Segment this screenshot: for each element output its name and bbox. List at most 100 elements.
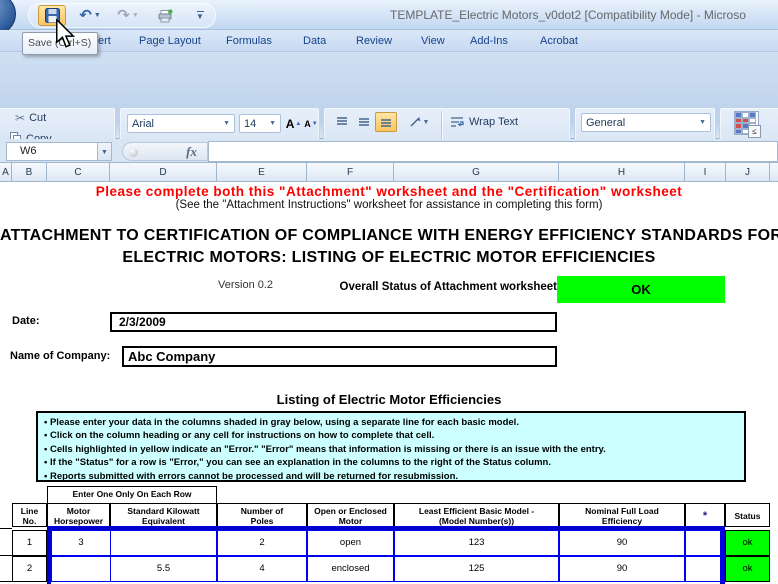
- cell-r2-kilowatt[interactable]: 5.5: [110, 556, 217, 582]
- grow-font-button[interactable]: A▲: [285, 114, 302, 133]
- gridline-tick: [0, 528, 12, 529]
- redo-button-disabled[interactable]: ↷▼: [110, 5, 146, 26]
- header-status[interactable]: Status: [725, 503, 770, 527]
- orientation-button[interactable]: ▼: [405, 112, 433, 132]
- align-middle-icon: [357, 116, 371, 128]
- cell-r1-open-enclosed[interactable]: open: [307, 530, 394, 556]
- printer-icon: [157, 9, 173, 23]
- cut-button[interactable]: ✂ Cut: [15, 111, 46, 125]
- cell-r2-horsepower[interactable]: [51, 556, 111, 582]
- chevron-down-icon: ▼: [223, 120, 230, 127]
- tab-insert-partial[interactable]: ert: [98, 31, 111, 52]
- tab-acrobat[interactable]: Acrobat: [540, 31, 578, 52]
- undo-icon: ↶: [79, 8, 92, 23]
- chevron-down-icon: ▼: [423, 119, 430, 126]
- wrap-text-icon: [450, 116, 465, 128]
- tab-add-ins[interactable]: Add-Ins: [470, 31, 508, 52]
- cell-r1-line-no[interactable]: 1: [12, 530, 47, 556]
- red-notice: Please complete both this "Attachment" w…: [0, 184, 778, 199]
- attachment-title-line2: ELECTRIC MOTORS: LISTING OF ELECTRIC MOT…: [0, 249, 778, 267]
- column-header-f[interactable]: F: [307, 163, 394, 182]
- cell-r2-poles[interactable]: 4: [217, 556, 307, 582]
- cell-r2-open-enclosed[interactable]: enclosed: [307, 556, 394, 582]
- undo-button[interactable]: ↶▼: [72, 5, 108, 26]
- chevron-down-icon: ▼: [196, 12, 204, 21]
- column-header-h[interactable]: H: [559, 163, 685, 182]
- column-header-a[interactable]: A: [0, 163, 12, 182]
- cell-r2-asterisk[interactable]: [685, 556, 721, 582]
- column-header-c[interactable]: C: [47, 163, 110, 182]
- header-line-no[interactable]: LineNo.: [12, 503, 47, 527]
- orientation-icon: [409, 116, 422, 128]
- column-header-partial[interactable]: [770, 163, 778, 182]
- cell-r1-horsepower[interactable]: 3: [51, 530, 111, 556]
- align-bottom-button-active[interactable]: [375, 112, 397, 132]
- column-header-i[interactable]: I: [685, 163, 726, 182]
- table-span-header[interactable]: Enter One Only On Each Row: [47, 486, 217, 504]
- shrink-font-button[interactable]: A▼: [303, 114, 319, 133]
- cell-r1-poles[interactable]: 2: [217, 530, 307, 556]
- company-field[interactable]: Abc Company: [122, 346, 557, 367]
- chevron-down-icon: ▼: [699, 119, 706, 126]
- cell-r2-line-no[interactable]: 2: [12, 556, 47, 582]
- scissors-icon: ✂: [15, 111, 25, 125]
- overall-status-label: Overall Status of Attachment worksheet: [230, 281, 557, 293]
- worksheet[interactable]: Please complete both this "Attachment" w…: [0, 182, 778, 584]
- gridline-tick: [0, 581, 12, 582]
- formula-input[interactable]: [208, 141, 778, 162]
- font-size-select[interactable]: 14▼: [239, 114, 281, 133]
- cell-r1-kilowatt[interactable]: [110, 530, 217, 556]
- customize-qat-button[interactable]: ▼: [190, 5, 210, 26]
- cell-r1-efficiency[interactable]: 90: [559, 530, 685, 556]
- header-standard-kilowatt[interactable]: Standard KilowattEquivalent: [110, 503, 217, 527]
- column-header-e[interactable]: E: [217, 163, 307, 182]
- name-box-dropdown[interactable]: ▼: [98, 142, 112, 161]
- name-box[interactable]: W6: [6, 142, 98, 161]
- header-asterisk[interactable]: *: [685, 503, 725, 527]
- cell-r2-model[interactable]: 125: [394, 556, 559, 582]
- instruction-line: Click on the column heading or any cell …: [44, 429, 738, 442]
- excel-window: ↶▼ ↷▼ ▼ TEMPLATE_Electric Motors_v0dot2 …: [0, 0, 778, 584]
- window-title: TEMPLATE_Electric Motors_v0dot2 [Compati…: [390, 8, 778, 22]
- tab-formulas[interactable]: Formulas: [226, 31, 272, 52]
- instruction-line: If the "Status" for a row is "Error," yo…: [44, 456, 738, 469]
- chevron-down-icon[interactable]: ▼: [94, 12, 101, 19]
- align-top-button[interactable]: [331, 112, 353, 132]
- tab-page-layout[interactable]: Page Layout: [139, 31, 201, 52]
- date-field[interactable]: 2/3/2009: [110, 312, 557, 332]
- listing-title: Listing of Electric Motor Efficiencies: [0, 392, 778, 407]
- tab-review[interactable]: Review: [356, 31, 392, 52]
- gridline-tick: [0, 555, 12, 556]
- header-nominal-efficiency[interactable]: Nominal Full LoadEfficiency: [559, 503, 685, 527]
- font-name-select[interactable]: Arial▼: [127, 114, 235, 133]
- header-open-enclosed[interactable]: Open or EnclosedMotor: [307, 503, 394, 527]
- cell-r1-status[interactable]: ok: [725, 530, 770, 556]
- tab-data[interactable]: Data: [303, 31, 326, 52]
- header-motor-horsepower[interactable]: MotorHorsepower: [47, 503, 110, 527]
- cell-r2-status[interactable]: ok: [725, 556, 770, 582]
- cell-r1-asterisk[interactable]: [685, 530, 721, 556]
- tab-view[interactable]: View: [421, 31, 445, 52]
- instructions-box: Please enter your data in the columns sh…: [36, 411, 746, 482]
- column-header-b[interactable]: B: [12, 163, 47, 182]
- chevron-down-icon: ▼: [269, 120, 276, 127]
- number-format-select[interactable]: General▼: [581, 113, 711, 132]
- chevron-down-icon: ▼: [132, 12, 139, 19]
- company-label: Name of Company:: [10, 350, 110, 362]
- header-basic-model[interactable]: Least Efficient Basic Model -(Model Numb…: [394, 503, 559, 527]
- cell-r2-efficiency[interactable]: 90: [559, 556, 685, 582]
- header-number-of-poles[interactable]: Number ofPoles: [217, 503, 307, 527]
- column-header-j[interactable]: J: [726, 163, 770, 182]
- sub-notice: (See the "Attachment Instructions" works…: [0, 199, 778, 211]
- fx-icon: fx: [186, 144, 197, 160]
- cell-r1-model[interactable]: 123: [394, 530, 559, 556]
- align-middle-button[interactable]: [353, 112, 375, 132]
- column-header-g[interactable]: G: [394, 163, 559, 182]
- quick-print-button[interactable]: [150, 5, 180, 26]
- wrap-text-button[interactable]: Wrap Text: [450, 116, 518, 128]
- instruction-line: Cells highlighted in yellow indicate an …: [44, 443, 738, 456]
- insert-function-button[interactable]: fx: [122, 142, 208, 161]
- column-header-d[interactable]: D: [110, 163, 217, 182]
- overall-status-value[interactable]: OK: [557, 276, 725, 303]
- ribbon: ✂ Cut Copy Format Painter Cli: [0, 52, 778, 139]
